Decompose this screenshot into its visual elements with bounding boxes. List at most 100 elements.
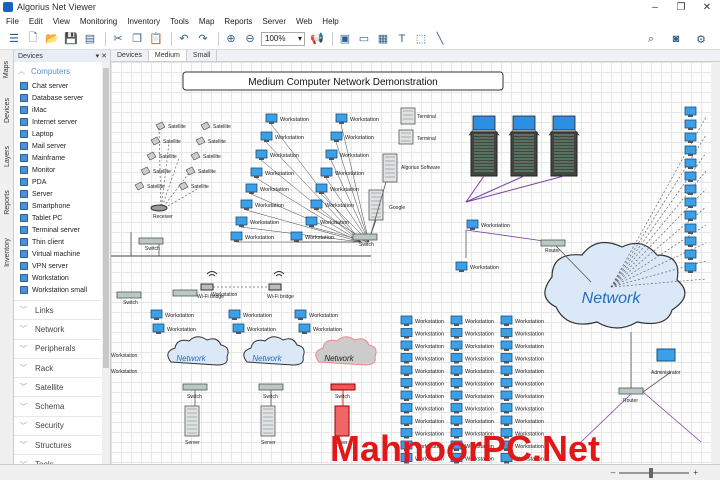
workstation-label: Workstation — [465, 369, 494, 375]
device-item[interactable]: Internet server — [14, 116, 110, 128]
copy-icon[interactable]: ❐ — [129, 31, 145, 47]
redo-icon[interactable]: ↷ — [195, 31, 211, 47]
close-button[interactable]: ✕ — [694, 0, 720, 14]
device-item[interactable]: Mainframe — [14, 152, 110, 164]
device-item[interactable]: Server — [14, 188, 110, 200]
category-collapsed[interactable]: ﹀ Structures — [14, 435, 110, 454]
category-collapsed[interactable]: ﹀ Network — [14, 319, 110, 338]
device-item[interactable]: Chat server — [14, 80, 110, 92]
menu-reports[interactable]: Reports — [224, 17, 252, 26]
save-icon[interactable]: 💾 — [63, 31, 79, 47]
menu-server[interactable]: Server — [262, 17, 286, 26]
undo-icon[interactable]: ↶ — [176, 31, 192, 47]
menu-map[interactable]: Map — [199, 17, 215, 26]
zoom-slider-knob[interactable] — [649, 467, 654, 478]
monitor-icon[interactable]: ▭ — [356, 31, 372, 47]
zoom-in-icon[interactable]: ⊕ — [223, 31, 239, 47]
tab-layers[interactable]: Layers — [1, 138, 13, 174]
zoom-select[interactable]: 100% ▾ — [261, 31, 305, 46]
frame-icon[interactable]: ⬚ — [413, 31, 429, 47]
tab-devices-doc[interactable]: Devices — [111, 50, 149, 61]
open-icon[interactable]: 📂 — [44, 31, 60, 47]
device-item[interactable]: iMac — [14, 104, 110, 116]
rack-icon — [470, 131, 498, 177]
toolbar-separator — [105, 31, 106, 46]
workstation-stand — [254, 176, 259, 178]
announce-icon[interactable]: 📢 — [309, 31, 325, 47]
zoom-slider[interactable] — [619, 467, 690, 478]
device-item[interactable]: Monitor — [14, 164, 110, 176]
category-collapsed[interactable]: ﹀ Links — [14, 300, 110, 319]
canvas-scrollbar[interactable] — [711, 62, 720, 464]
menu-view[interactable]: View — [53, 17, 70, 26]
tab-medium[interactable]: Medium — [148, 50, 187, 61]
category-computers[interactable]: ︿ Computers — [14, 62, 110, 80]
print-icon[interactable]: ▤ — [82, 31, 98, 47]
maximize-button[interactable]: ❐ — [668, 0, 694, 14]
image-icon[interactable]: ▦ — [375, 31, 391, 47]
menu-web[interactable]: Web — [296, 17, 312, 26]
workstation-stand — [269, 122, 274, 124]
device-item[interactable]: Database server — [14, 92, 110, 104]
workstation-label: Workstation — [515, 344, 544, 350]
workstation-stand — [688, 271, 693, 273]
panel-scrollbar[interactable] — [102, 62, 110, 464]
device-icon[interactable]: ▣ — [337, 31, 353, 47]
gear-icon[interactable]: ⚙ — [693, 31, 709, 47]
workstation-icon — [400, 378, 413, 387]
device-item[interactable]: Mail server — [14, 140, 110, 152]
device-item[interactable]: VPN server — [14, 260, 110, 272]
workstation-stand — [504, 361, 509, 364]
device-item[interactable]: Workstation — [14, 272, 110, 284]
workstation-stand — [244, 208, 249, 210]
device-item[interactable]: Thin client — [14, 236, 110, 248]
computer-icon — [20, 178, 28, 186]
device-item[interactable]: Laptop — [14, 128, 110, 140]
menu-monitoring[interactable]: Monitoring — [80, 17, 117, 26]
category-collapsed[interactable]: ﹀ Satellite — [14, 377, 110, 396]
camera-icon[interactable]: ◙ — [668, 31, 684, 47]
menu-edit[interactable]: Edit — [29, 17, 43, 26]
device-item[interactable]: PDA — [14, 176, 110, 188]
device-item[interactable]: Tablet PC — [14, 212, 110, 224]
tab-small[interactable]: Small — [187, 50, 218, 61]
menu-inventory[interactable]: Inventory — [127, 17, 160, 26]
workstation-label: Workstation — [305, 235, 334, 241]
tab-reports[interactable]: Reports — [1, 182, 13, 222]
scroll-thumb[interactable] — [103, 68, 109, 368]
category-collapsed[interactable]: ﹀ Rack — [14, 357, 110, 377]
device-item[interactable]: Workstation small — [14, 284, 110, 296]
text-icon[interactable]: T — [394, 31, 410, 47]
category-collapsed[interactable]: ﹀ Schema — [14, 396, 110, 415]
zoom-out-icon[interactable]: ⊖ — [242, 31, 258, 47]
diagram-canvas[interactable]: Medium Computer Network Demonstration Sat… — [111, 62, 711, 464]
device-item-label: Laptop — [32, 130, 54, 138]
switch-icon — [138, 237, 164, 245]
panel-title: Devices — [18, 52, 43, 60]
zoom-out-button[interactable]: – — [611, 468, 615, 477]
paste-icon[interactable]: 📋 — [148, 31, 164, 47]
minimize-button[interactable]: – — [642, 0, 668, 14]
panel-controls[interactable]: ▾ ✕ — [96, 52, 107, 60]
line-icon[interactable]: ╲ — [432, 31, 448, 47]
device-item[interactable]: Smartphone — [14, 200, 110, 212]
tab-devices[interactable]: Devices — [1, 90, 13, 130]
tab-maps[interactable]: Maps — [1, 54, 13, 84]
search-icon[interactable]: ⌕ — [643, 31, 659, 47]
device-item[interactable]: Terminal server — [14, 224, 110, 236]
new-icon[interactable]: 🗋 — [25, 31, 41, 47]
tab-inventory[interactable]: Inventory — [1, 230, 13, 274]
cut-icon[interactable]: ✂ — [110, 31, 126, 47]
satellite-label: Satellite — [163, 139, 181, 145]
menu-icon[interactable]: ☰ — [6, 31, 22, 47]
category-collapsed[interactable]: ﹀ Peripherals — [14, 338, 110, 358]
menu-help[interactable]: Help — [322, 17, 338, 26]
workstation-stand — [454, 424, 459, 426]
category-collapsed[interactable]: ﹀ Security — [14, 415, 110, 435]
satellite-label: Satellite — [153, 169, 171, 175]
menu-file[interactable]: File — [6, 17, 19, 26]
menu-tools[interactable]: Tools — [170, 17, 189, 26]
zoom-in-button[interactable]: + — [693, 468, 698, 477]
category-label: Schema — [35, 402, 65, 412]
device-item[interactable]: Virtual machine — [14, 248, 110, 260]
